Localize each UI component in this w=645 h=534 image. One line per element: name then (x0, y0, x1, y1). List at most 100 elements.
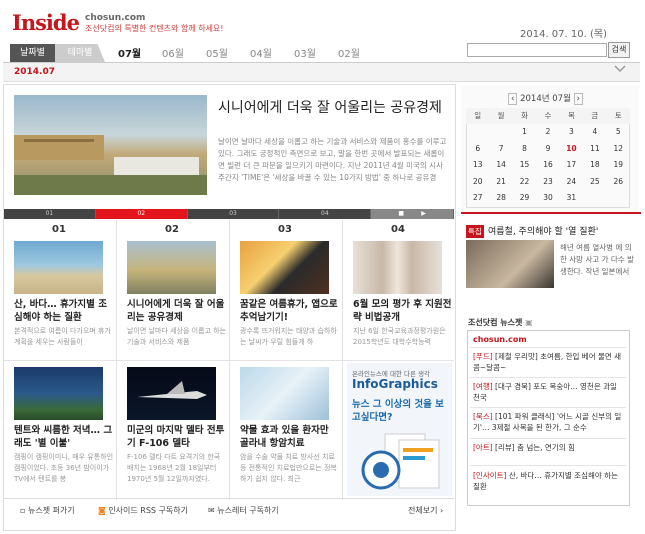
card-thumb[interactable] (127, 241, 216, 294)
month-06[interactable]: 06월 (162, 45, 206, 60)
calendar-day[interactable]: 13 (466, 157, 489, 173)
card-desc: 암을 수술 약물 치료 방사선 치료 등 전통적인 치료법만으로는 정복하기 쉽… (240, 453, 337, 483)
month-04[interactable]: 04월 (250, 45, 294, 60)
rss-icon: ◙ (98, 506, 106, 515)
newsletter-item[interactable]: [아트] [리뷰] 춤 넘는, 연기의 힘 (473, 442, 626, 453)
month-nav: 07월 06월 05월 04월 03월 02월 (118, 45, 382, 60)
chosun-logo[interactable]: chosun.com (473, 335, 527, 344)
calendar-day[interactable]: 28 (489, 190, 512, 206)
slider-tab-02[interactable]: 02 (95, 209, 188, 219)
calendar-day[interactable]: 18 (583, 157, 606, 173)
card-title[interactable]: 6월 모의 평가 후 지원전략 비법공개 (353, 298, 453, 324)
next-month-button[interactable]: › (573, 93, 584, 105)
link-icon[interactable]: ▣ (525, 318, 533, 327)
divider (4, 360, 454, 361)
card-title[interactable]: 꿈같은 여름휴가, 앱으로 추억남기기! (240, 298, 340, 324)
calendar-day[interactable]: 9 (536, 141, 559, 157)
calendar-day[interactable]: 17 (560, 157, 583, 173)
month-05[interactable]: 05월 (206, 45, 250, 60)
newsletter-item[interactable]: [인사이트] 산, 바다… 휴가지별 조심해야 하는 질환 (473, 470, 626, 492)
card-thumb[interactable] (127, 367, 216, 420)
calendar-day[interactable]: 23 (536, 174, 559, 190)
inside-logo[interactable]: Inside (12, 10, 80, 35)
slider-tab-01[interactable]: 01 (4, 209, 96, 219)
card-title[interactable]: 미군의 마지막 델타 전투기 F-106 델타 (127, 424, 227, 450)
calendar-day[interactable]: 19 (607, 157, 630, 173)
rss-link[interactable]: ◙ 인사이드 RSS 구독하기 (98, 505, 188, 516)
card-title[interactable]: 시니어에게 더욱 잘 어울리는 공유경제 (127, 298, 227, 324)
calendar-day[interactable]: 7 (489, 141, 512, 157)
calendar-day[interactable]: 12 (607, 141, 630, 157)
newsletter-item[interactable]: [북스] [101 파워 클래식] '어느 시골 신부의 일기'… 3제절 사목… (473, 411, 626, 433)
month-02[interactable]: 02월 (338, 45, 382, 60)
calendar-day[interactable]: 30 (536, 190, 559, 206)
calendar-day[interactable]: 31 (560, 190, 583, 206)
stop-icon[interactable]: ■ (398, 210, 404, 217)
divider (470, 347, 626, 348)
prev-month-button[interactable]: ‹ (508, 93, 518, 105)
calendar-day[interactable]: 8 (513, 141, 536, 157)
calendar-day[interactable]: 21 (489, 174, 512, 190)
calendar-day[interactable]: 29 (513, 190, 536, 206)
calendar-grid: 일 월 화 수 목 금 토 1 2 3 4 5 6 7 8 9 10 11 12 13 14 15 16 17 18 19 20 21… (466, 108, 630, 206)
card-thumb[interactable] (353, 241, 442, 294)
ad-title: InfoGraphics (352, 377, 438, 391)
calendar-day[interactable]: 3 (560, 124, 583, 140)
hero-image[interactable] (14, 95, 207, 195)
featured-badge: 특집 (466, 225, 484, 238)
chevron-down-icon[interactable] (613, 64, 627, 77)
featured-title[interactable]: 여름철, 주의해야 할 '열 질환' (488, 224, 598, 237)
slider-tab-03[interactable]: 03 (187, 209, 280, 219)
card-thumb[interactable] (240, 367, 329, 420)
slider-tab-04[interactable]: 04 (279, 209, 372, 219)
calendar-day[interactable]: 27 (466, 190, 489, 206)
share-icon: ▫ (20, 506, 26, 515)
calendar-day[interactable]: 20 (466, 174, 489, 190)
month-07[interactable]: 07월 (118, 45, 162, 60)
share-link[interactable]: ▫ 뉴스젯 퍼가기 (20, 505, 75, 516)
calendar-day[interactable]: 5 (607, 124, 630, 140)
calendar-day[interactable]: 24 (560, 174, 583, 190)
calendar-day (489, 124, 512, 140)
featured-desc: 해년 여름 열사병 에 의한 사망 사고 가 다수 발생한다. 작년 일본에서 (560, 243, 635, 276)
card-thumb[interactable] (14, 367, 103, 420)
tab-by-theme[interactable]: 테마별 (55, 44, 105, 62)
weekday-label: 목 (559, 108, 584, 125)
calendar-day[interactable]: 25 (583, 174, 606, 190)
search-input[interactable] (467, 43, 607, 57)
calendar-day[interactable]: 14 (489, 157, 512, 173)
calendar-day[interactable]: 10 (560, 141, 583, 157)
slider-bar: 01 02 03 04 ■ ▶ (4, 209, 454, 219)
search-button[interactable]: 검색 (608, 42, 630, 58)
calendar-day[interactable]: 15 (513, 157, 536, 173)
calendar-day[interactable]: 11 (583, 141, 606, 157)
weekday-label: 월 (489, 108, 513, 125)
newsletter-item[interactable]: [푸드] [제철 우리맛] 초여름, 한입 베어 물면 새콤~달콤~ (473, 351, 626, 373)
newsletter-link[interactable]: ✉ 뉴스레터 구독하기 (208, 505, 279, 516)
card-thumb[interactable] (14, 241, 103, 294)
calendar-day[interactable]: 26 (607, 174, 630, 190)
play-icon[interactable]: ▶ (421, 210, 426, 217)
card-desc: 광수록 뜨거워지는 태양과 습하하는 날씨가 우릴 힘들게 하 (240, 327, 337, 346)
month-03[interactable]: 03월 (294, 45, 338, 60)
weekday-label: 화 (512, 108, 537, 125)
site-name: chosun.com (85, 13, 146, 23)
calendar-day[interactable]: 16 (536, 157, 559, 173)
card-title[interactable]: 약물 효과 있을 환자만 골라내 항암치료 (240, 424, 340, 450)
calendar-day[interactable]: 1 (513, 124, 536, 140)
hero-title[interactable]: 시니어에게 더욱 잘 어울리는 공유경제 (218, 100, 446, 117)
card-thumb[interactable] (240, 241, 329, 294)
featured-image[interactable] (466, 240, 554, 288)
card-title[interactable]: 텐트와 씨름한 저녁… 그래도 '별 이불' (14, 424, 114, 450)
calendar-day[interactable]: 2 (536, 124, 559, 140)
tab-by-date[interactable]: 날짜별 (10, 44, 55, 62)
view-all-link[interactable]: 전체보기 › (408, 505, 443, 516)
calendar-day (583, 190, 606, 206)
card-title[interactable]: 산, 바다… 휴가지별 조심해야 하는 질환 (14, 298, 114, 324)
calendar-day[interactable]: 4 (583, 124, 606, 140)
weekday-label: 일 (466, 108, 490, 125)
mail-icon: ✉ (208, 506, 215, 515)
newsletter-item[interactable]: [여행] [대구 경북] 포도 복숭아… 영천은 과일 천국 (473, 381, 626, 403)
calendar-day[interactable]: 22 (513, 174, 536, 190)
calendar-day[interactable]: 6 (466, 141, 489, 157)
